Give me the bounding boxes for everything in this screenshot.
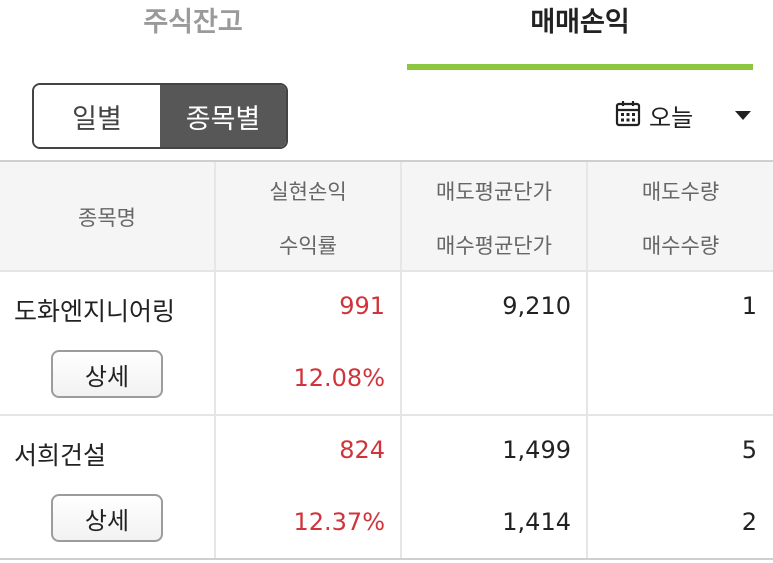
calendar-icon bbox=[615, 99, 641, 131]
header-buy-qty: 매수수량 bbox=[641, 234, 720, 258]
sell-avg-price: 1,499 bbox=[502, 436, 571, 464]
top-tabs: 주식잔고 매매손익 bbox=[0, 0, 773, 75]
tab-holdings[interactable]: 주식잔고 bbox=[0, 0, 386, 70]
header-buy-avg-price: 매수평균단가 bbox=[436, 234, 552, 258]
sell-qty: 1 bbox=[741, 292, 757, 320]
period-label: 오늘 bbox=[649, 103, 694, 132]
pnl-table: 종목명 실현손익 수익률 매도평균단가 매수평균단가 매도수량 매수수량 도화엔… bbox=[0, 160, 773, 560]
buy-qty: 2 bbox=[741, 508, 757, 536]
stock-name: 도화엔지니어링 bbox=[14, 297, 176, 326]
chevron-down-icon bbox=[735, 110, 752, 120]
filter-toolbar: 일별 종목별 오늘 bbox=[0, 75, 773, 160]
table-row: 서희건설 상세 824 12.37% 1,499 1,414 5 2 bbox=[0, 416, 773, 560]
header-sell-qty: 매도수량 bbox=[641, 180, 720, 204]
stock-name: 서희건설 bbox=[14, 441, 107, 470]
detail-button[interactable]: 상세 bbox=[51, 350, 163, 398]
table-row: 도화엔지니어링 상세 991 12.08% 9,210 1 bbox=[0, 272, 773, 416]
period-selector[interactable]: 오늘 bbox=[615, 95, 752, 135]
detail-button[interactable]: 상세 bbox=[51, 494, 163, 542]
sell-qty: 5 bbox=[741, 436, 757, 464]
tab-trading-pnl[interactable]: 매매손익 bbox=[387, 0, 773, 70]
realized-pnl: 991 bbox=[339, 292, 385, 320]
return-rate: 12.08% bbox=[293, 364, 385, 392]
toggle-by-stock[interactable]: 종목별 bbox=[160, 85, 286, 147]
realized-pnl: 824 bbox=[339, 436, 385, 464]
header-return-rate: 수익률 bbox=[279, 234, 337, 258]
sell-avg-price: 9,210 bbox=[502, 292, 571, 320]
buy-avg-price: 1,414 bbox=[502, 508, 571, 536]
return-rate: 12.37% bbox=[293, 508, 385, 536]
active-tab-indicator bbox=[407, 64, 753, 70]
header-sell-avg-price: 매도평균단가 bbox=[436, 180, 552, 204]
header-stock-name: 종목명 bbox=[78, 206, 136, 230]
toggle-daily[interactable]: 일별 bbox=[34, 85, 160, 147]
table-header: 종목명 실현손익 수익률 매도평균단가 매수평균단가 매도수량 매수수량 bbox=[0, 162, 773, 272]
view-toggle: 일별 종목별 bbox=[32, 83, 288, 149]
header-realized-pnl: 실현손익 bbox=[269, 180, 347, 204]
